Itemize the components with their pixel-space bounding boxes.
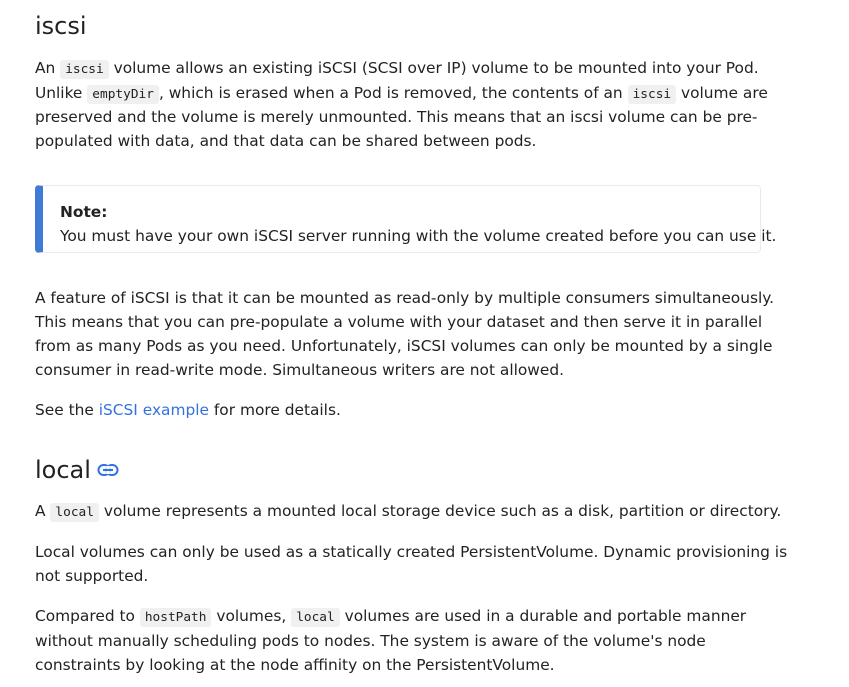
inline-code: emptyDir xyxy=(87,85,159,104)
link-icon-glyph xyxy=(97,464,119,476)
section-heading-iscsi: iscsi xyxy=(35,12,87,40)
iscsi-para1-line2: Unlike emptyDir, which is erased when a … xyxy=(35,84,768,104)
note-title: Note: xyxy=(60,203,108,221)
link-icon[interactable] xyxy=(97,453,119,485)
iscsi-para1-line1: An iscsi volume allows an existing iSCSI… xyxy=(35,59,759,79)
local-para3-line2: without manually scheduling pods to node… xyxy=(35,632,706,650)
iscsi-para2-line2: This means that you can pre-populate a v… xyxy=(35,313,763,331)
inline-code: hostPath xyxy=(139,608,212,627)
iscsi-para3: See the iSCSI example for more details. xyxy=(35,401,341,419)
iscsi-para2-line4: consumer in read-write mode. Simultaneou… xyxy=(35,361,565,379)
note-callout: Note: You must have your own iSCSI serve… xyxy=(35,185,776,253)
local-para2-line2: not supported. xyxy=(35,567,149,585)
local-para1: A local volume represents a mounted loca… xyxy=(35,502,782,522)
local-para3-line3: constraints by looking at the node affin… xyxy=(35,656,555,674)
note-body: You must have your own iSCSI server runn… xyxy=(60,227,777,245)
iscsi-example-link[interactable]: iSCSI example xyxy=(99,401,209,419)
inline-code: iscsi xyxy=(60,60,109,79)
inline-code: local xyxy=(291,608,340,627)
inline-code: iscsi xyxy=(627,85,677,104)
local-para3-line1: Compared to hostPath volumes, local volu… xyxy=(35,607,747,627)
local-para2-line1: Local volumes can only be used as a stat… xyxy=(35,543,788,561)
iscsi-para1-line3: preserved and the volume is merely unmou… xyxy=(35,108,758,126)
iscsi-para2-line3: from as many Pods as you need. Unfortuna… xyxy=(35,337,773,355)
iscsi-para2-line1: A feature of iSCSI is that it can be mou… xyxy=(35,289,775,307)
section-heading-local: local xyxy=(35,454,119,487)
iscsi-para1-line4: populated with data, and that data can b… xyxy=(35,132,537,150)
inline-code: local xyxy=(50,503,99,522)
